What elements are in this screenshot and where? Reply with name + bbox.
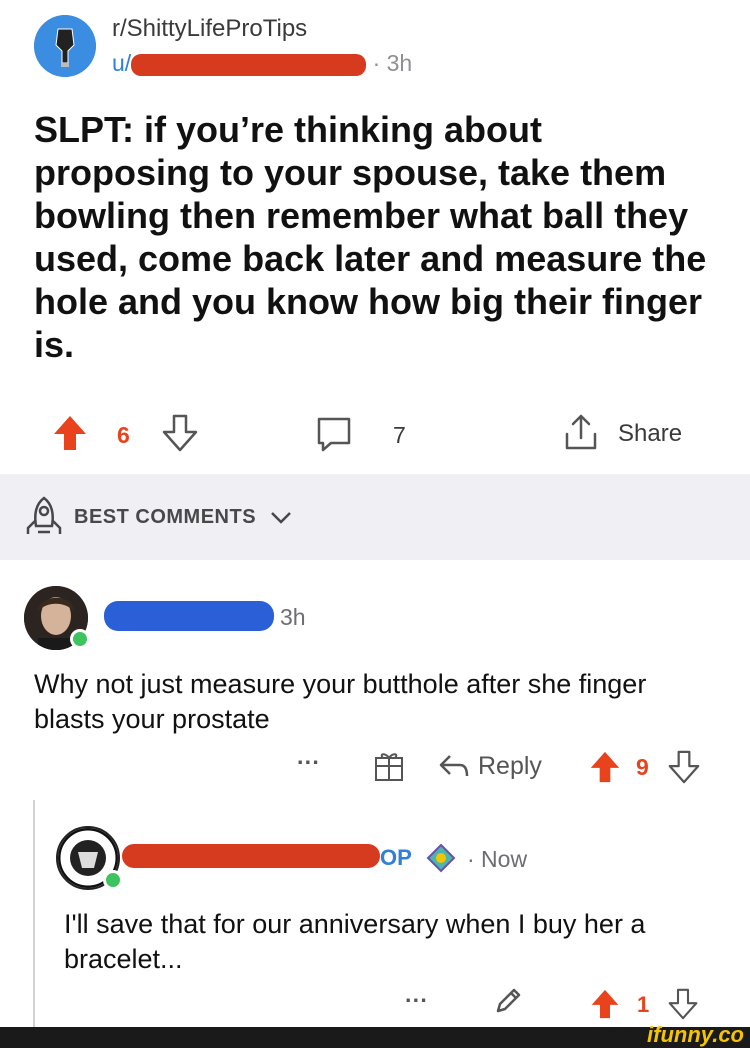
upvote-button[interactable]	[52, 414, 88, 457]
username-redaction	[131, 53, 367, 76]
upvote-arrow-icon	[590, 751, 620, 783]
subreddit-name[interactable]: r/ShittyLifeProTips	[112, 15, 307, 43]
post-upvote-count: 6	[117, 422, 130, 448]
online-indicator	[103, 870, 123, 890]
share-label: Share	[618, 420, 683, 447]
upvote-arrow-icon	[591, 989, 619, 1019]
watermark: ifunny.co	[647, 1022, 744, 1047]
award-button[interactable]	[373, 750, 405, 787]
upvote-arrow-icon	[54, 416, 86, 450]
thread-line	[33, 800, 35, 1028]
reply-text: I'll save that for our anniversary when …	[64, 909, 646, 974]
reply-more-options-button[interactable]: ···	[405, 987, 428, 1014]
downvote-button[interactable]	[162, 414, 198, 457]
downvote-arrow-icon	[668, 750, 700, 784]
post-meta: u/ · 3h	[112, 50, 412, 77]
reply-label: Reply	[478, 752, 542, 780]
comment-upvote-button[interactable]	[589, 750, 621, 789]
comment-vote-count: 9	[636, 754, 649, 780]
rocket-icon	[26, 496, 62, 534]
subreddit-avatar[interactable]	[34, 15, 96, 77]
more-options-button[interactable]: ···	[297, 749, 320, 776]
share-icon	[565, 414, 597, 450]
reply-arrow-icon	[439, 755, 469, 777]
comment-text: Why not just measure your butthole after…	[34, 669, 647, 734]
reply-button[interactable]: Reply	[438, 748, 548, 784]
comment-username-redaction	[104, 601, 274, 631]
reply-upvote-button[interactable]	[590, 988, 620, 1025]
comments-button[interactable]	[315, 415, 353, 458]
username-prefix[interactable]: u/	[112, 50, 131, 76]
gift-icon	[375, 753, 403, 781]
post-title: SLPT: if you’re thinking about proposing…	[34, 109, 707, 365]
share-button[interactable]: Share	[562, 412, 702, 456]
reply-vote-count: 1	[637, 992, 650, 1017]
sort-dropdown[interactable]: BEST COMMENTS	[20, 494, 310, 538]
flair-icon	[425, 842, 457, 879]
watermark-bar	[0, 1027, 750, 1048]
op-badge: OP	[380, 845, 412, 870]
reply-username-redaction	[122, 844, 380, 868]
chevron-down-icon	[271, 512, 291, 524]
comment-downvote-button[interactable]	[668, 750, 700, 789]
online-indicator	[70, 629, 90, 649]
reply-time: · Now	[467, 846, 528, 872]
post-comment-count: 7	[393, 422, 406, 448]
downvote-arrow-icon	[668, 988, 698, 1020]
pencil-icon	[496, 988, 521, 1013]
sort-label: BEST COMMENTS	[74, 506, 257, 528]
comment-time: 3h	[280, 604, 306, 630]
comment-bubble-icon	[317, 417, 351, 452]
edit-button[interactable]	[492, 985, 524, 1022]
post-time: · 3h	[372, 50, 413, 76]
reply-downvote-button[interactable]	[668, 988, 698, 1025]
downvote-arrow-icon	[162, 414, 198, 452]
